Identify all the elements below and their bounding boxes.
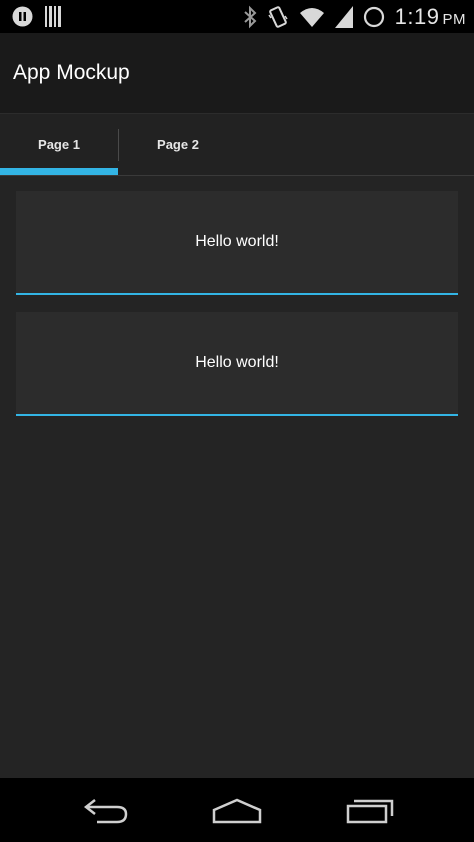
clock-time: 1:19 [394,4,440,29]
navigation-bar [0,778,474,842]
pause-icon [12,6,33,27]
battery-icon [363,6,385,28]
wifi-icon [299,6,325,28]
tab-selected-indicator [0,168,118,175]
action-bar: App Mockup [0,33,474,114]
card-text: Hello world! [195,233,279,250]
card[interactable]: Hello world! [16,312,458,416]
tab-bar: Page 1 Page 2 [0,114,474,176]
tab-page-1[interactable]: Page 1 [0,114,118,175]
back-icon[interactable] [83,796,129,831]
vibrate-icon [267,5,289,29]
clock: 1:19 PM [395,4,466,30]
clock-suffix: PM [442,11,466,28]
status-bar: 1:19 PM [0,0,474,33]
barcode-icon [45,6,63,27]
recents-icon[interactable] [346,796,394,831]
app-title: App Mockup [13,61,130,84]
home-icon[interactable] [212,796,262,831]
signal-icon [334,6,353,28]
bluetooth-icon [243,5,257,29]
tab-page-2[interactable]: Page 2 [119,114,237,175]
card[interactable]: Hello world! [16,191,458,295]
card-text: Hello world! [195,354,279,371]
